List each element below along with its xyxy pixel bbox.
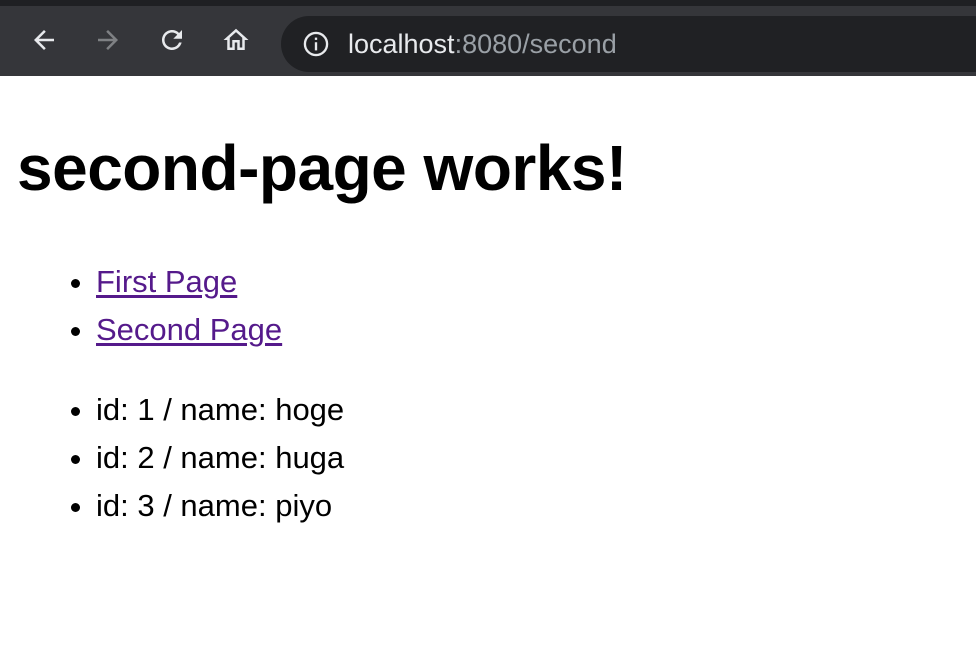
home-icon	[223, 28, 249, 50]
reload-icon	[162, 30, 182, 50]
list-item: id: 3 / name: piyo	[96, 482, 344, 530]
url-path: :8080/second	[454, 29, 617, 59]
list-item: id: 1 / name: hoge	[96, 386, 344, 434]
url-host: localhost	[348, 29, 455, 59]
arrow-right-icon	[98, 30, 118, 50]
second-page-link[interactable]: Second Page	[96, 312, 282, 347]
info-icon[interactable]	[302, 30, 330, 58]
arrow-left-icon	[34, 30, 54, 50]
back-button[interactable]	[24, 20, 64, 60]
page-title: second-page works!	[17, 132, 627, 204]
browser-toolbar: localhost:8080/second	[0, 0, 976, 76]
forward-button[interactable]	[88, 20, 128, 60]
list-item: First Page	[96, 258, 282, 306]
page-content: second-page works! First Page Second Pag…	[0, 76, 976, 652]
url-text[interactable]: localhost:8080/second	[348, 16, 617, 72]
reload-button[interactable]	[152, 20, 192, 60]
data-item-list: id: 1 / name: hoge id: 2 / name: huga id…	[0, 386, 344, 530]
first-page-link[interactable]: First Page	[96, 264, 237, 299]
list-item: Second Page	[96, 306, 282, 354]
list-item: id: 2 / name: huga	[96, 434, 344, 482]
address-bar[interactable]: localhost:8080/second	[281, 16, 976, 72]
home-button[interactable]	[216, 20, 256, 60]
nav-link-list: First Page Second Page	[0, 258, 282, 354]
